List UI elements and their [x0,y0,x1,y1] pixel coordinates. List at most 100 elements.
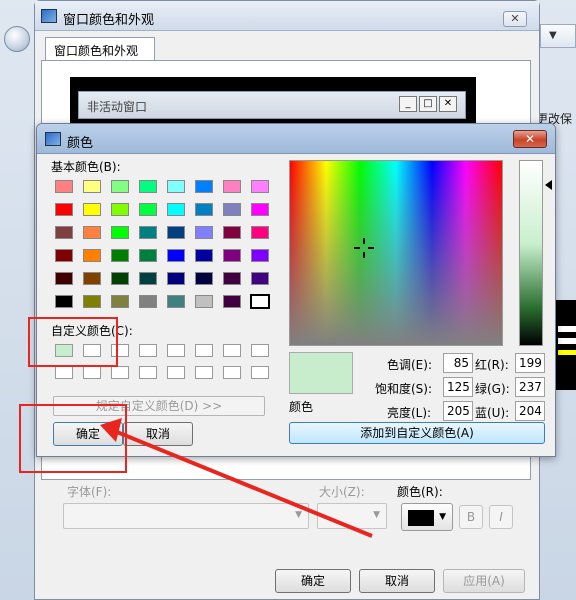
chevron-down-icon: ▼ [295,510,302,520]
font-color-label: 颜色(R): [397,485,443,499]
basic-color-swatch[interactable] [251,180,269,193]
basic-color-swatch[interactable] [195,226,213,239]
red-field[interactable]: 199 [515,353,545,373]
font-select[interactable]: ▼ [63,503,309,529]
basic-color-swatch[interactable] [251,272,269,285]
basic-color-swatch[interactable] [167,249,185,262]
basic-color-swatch[interactable] [83,295,101,308]
bold-button[interactable]: B [459,505,483,529]
outer-titlebar: 窗口颜色和外观 ✕ [35,1,539,31]
basic-color-swatch[interactable] [167,180,185,193]
saturation-field[interactable]: 125 [443,377,473,397]
maximize-icon: □ [419,96,437,112]
basic-color-swatch[interactable] [139,203,157,216]
basic-color-swatch[interactable] [139,249,157,262]
basic-color-swatch[interactable] [195,180,213,193]
custom-color-swatch[interactable] [139,344,157,357]
outer-ok-button[interactable]: 确定 [275,569,351,593]
custom-color-swatch[interactable] [139,366,157,379]
luminance-label: 亮度(L): [387,406,432,420]
basic-color-swatch[interactable] [55,249,73,262]
basic-color-swatch[interactable] [55,272,73,285]
basic-color-swatch[interactable] [55,180,73,193]
custom-color-swatch[interactable] [55,366,73,379]
basic-color-swatch[interactable] [111,272,129,285]
apply-button[interactable]: 应用(A) [443,569,525,593]
basic-color-swatch[interactable] [139,180,157,193]
add-to-custom-colors-button[interactable]: 添加到自定义颜色(A) [289,422,545,444]
basic-color-swatch[interactable] [139,272,157,285]
basic-color-swatch[interactable] [55,203,73,216]
basic-color-swatch[interactable] [83,272,101,285]
basic-color-swatch[interactable] [111,249,129,262]
color-solid-label: 颜色 [289,400,314,414]
color-spectrum[interactable] [289,160,503,346]
basic-color-swatch[interactable] [195,295,213,308]
custom-color-swatch[interactable] [195,344,213,357]
basic-color-swatch[interactable] [167,295,185,308]
annotation-box-custom-colors [28,317,118,367]
font-label: 字体(F): [67,485,112,499]
preview-inactive-window[interactable]: 非活动窗口 _ □ ✕ [78,91,466,119]
basic-color-swatch[interactable] [223,295,241,308]
luminance-field[interactable]: 205 [443,401,473,421]
custom-color-swatch[interactable] [111,366,129,379]
outer-close-button[interactable]: ✕ [503,11,527,27]
basic-color-swatch[interactable] [195,203,213,216]
basic-color-swatch[interactable] [167,203,185,216]
basic-color-swatch[interactable] [139,295,157,308]
basic-color-swatch[interactable] [167,272,185,285]
basic-color-swatch[interactable] [111,203,129,216]
italic-button[interactable]: I [489,505,513,529]
basic-color-swatch[interactable] [139,226,157,239]
hue-label: 色调(E): [387,358,432,372]
basic-color-swatch[interactable] [223,180,241,193]
custom-color-swatch[interactable] [83,366,101,379]
basic-color-swatch[interactable] [250,294,270,309]
basic-color-swatch[interactable] [83,226,101,239]
basic-color-swatch[interactable] [223,272,241,285]
size-select[interactable]: ▼ [317,503,387,529]
custom-color-swatch[interactable] [195,366,213,379]
crosshair-icon[interactable] [354,238,374,258]
hue-field[interactable]: 85 [443,353,473,373]
basic-color-swatch[interactable] [55,295,73,308]
custom-color-swatch[interactable] [167,366,185,379]
preview-area: 非活动窗口 _ □ ✕ [70,77,476,127]
font-color-picker[interactable]: ▼ [401,503,453,531]
preview-inactive-title: 非活动窗口 [87,100,148,114]
tab-window-color[interactable]: 窗口颜色和外观 [45,37,155,61]
close-icon: ✕ [439,96,457,112]
back-button[interactable] [4,26,30,52]
basic-color-swatch[interactable] [111,295,129,308]
basic-color-swatch[interactable] [167,226,185,239]
custom-color-swatch[interactable] [251,366,269,379]
luminosity-slider[interactable] [519,160,543,346]
basic-color-swatch[interactable] [83,203,101,216]
basic-color-swatch[interactable] [83,180,101,193]
blue-field[interactable]: 204 [515,401,545,421]
basic-color-swatch[interactable] [111,226,129,239]
basic-color-swatch[interactable] [111,180,129,193]
basic-color-swatch[interactable] [223,226,241,239]
color-dialog-close-button[interactable]: ✕ [513,130,547,148]
basic-colors-label: 基本颜色(B): [51,160,121,174]
basic-color-swatch[interactable] [55,226,73,239]
custom-color-swatch[interactable] [251,344,269,357]
outer-cancel-button[interactable]: 取消 [359,569,435,593]
basic-color-swatch[interactable] [223,203,241,216]
address-dropdown[interactable]: ▼ [540,24,576,48]
color-cancel-button[interactable]: 取消 [123,422,193,446]
custom-color-swatch[interactable] [167,344,185,357]
basic-color-swatch[interactable] [251,249,269,262]
luminosity-arrow-icon[interactable] [545,180,552,190]
custom-color-swatch[interactable] [223,366,241,379]
basic-color-swatch[interactable] [83,249,101,262]
custom-color-swatch[interactable] [223,344,241,357]
basic-color-swatch[interactable] [223,249,241,262]
green-field[interactable]: 237 [515,377,545,397]
basic-color-swatch[interactable] [251,203,269,216]
basic-color-swatch[interactable] [195,249,213,262]
basic-color-swatch[interactable] [251,226,269,239]
basic-color-swatch[interactable] [195,272,213,285]
